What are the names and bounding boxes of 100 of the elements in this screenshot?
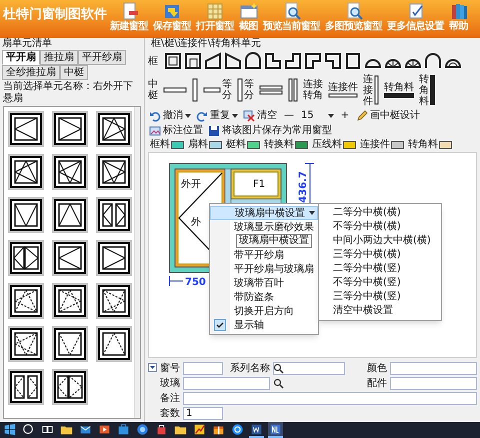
menu-item[interactable]: 不等分中横(横) <box>319 220 441 234</box>
menu-item[interactable]: 带防盗条 <box>210 290 318 304</box>
window-unit-button[interactable] <box>96 154 132 190</box>
mullion-button[interactable] <box>192 78 198 102</box>
input-field[interactable] <box>390 362 477 375</box>
input-field[interactable] <box>273 362 345 375</box>
tab[interactable]: 平开纱扇 <box>78 50 126 65</box>
frame-shape-button[interactable] <box>283 52 302 70</box>
legend-label: 框料 <box>150 139 170 151</box>
tab[interactable]: 全纱推拉扇 <box>2 65 60 80</box>
menu-item[interactable]: 中间小两边大中横(横) <box>319 234 441 248</box>
zoom-in-button[interactable]: + <box>338 108 352 122</box>
frame-shape-button[interactable] <box>243 52 262 70</box>
row-label: 中梃 <box>148 79 158 101</box>
window-unit-button[interactable] <box>96 240 132 276</box>
window-unit-button[interactable] <box>8 111 44 147</box>
frame-shape-button[interactable] <box>263 52 282 70</box>
menu-item[interactable]: 三等分中横(横) <box>319 248 441 262</box>
mullion-button[interactable] <box>163 86 187 94</box>
scrollbar[interactable] <box>134 107 140 418</box>
mullion-button[interactable] <box>288 78 298 102</box>
zoom-out-button[interactable]: — <box>282 108 296 122</box>
redo-icon <box>196 110 208 122</box>
collapse-icon[interactable] <box>148 363 157 372</box>
menu-item[interactable]: 二等分中横(横) <box>319 206 441 220</box>
save-button[interactable]: 将该图片保存为常用窗型 <box>208 123 332 138</box>
tab[interactable]: 推拉扇 <box>40 50 78 65</box>
window-unit-button[interactable] <box>52 283 88 319</box>
search-icon[interactable] <box>273 363 284 374</box>
frame-shape-button[interactable] <box>163 52 182 70</box>
caret-icon <box>328 114 334 118</box>
window-unit-button[interactable] <box>52 197 88 233</box>
menu-item[interactable]: 显示轴 <box>210 318 318 332</box>
search-icon[interactable] <box>273 378 284 389</box>
mullion-button[interactable]: 转角料 <box>419 74 435 106</box>
window-unit-button[interactable] <box>8 240 44 276</box>
zoom-dropdown[interactable]: 15 <box>299 108 336 122</box>
window-unit-button[interactable] <box>52 240 88 276</box>
mullion-button[interactable]: 连接件 <box>328 82 358 98</box>
legend-label: 转换料 <box>264 139 294 151</box>
menu-item[interactable]: 切换开启方向 <box>210 304 318 318</box>
app-icon[interactable] <box>268 422 283 438</box>
bar-icon <box>163 86 187 94</box>
frame-shape-button[interactable] <box>423 52 442 70</box>
menu-item[interactable]: 二等分中横(竖) <box>319 262 441 276</box>
input-field[interactable] <box>390 377 477 390</box>
window-unit-button[interactable] <box>8 283 44 319</box>
window-unit-button[interactable] <box>52 111 88 147</box>
menu-item[interactable]: 玻璃带百叶 <box>210 276 318 290</box>
input-field[interactable] <box>183 392 477 405</box>
undo-button[interactable]: 撤消 <box>149 108 191 123</box>
menu-item[interactable]: 平开纱扇与玻璃扇 <box>210 262 318 276</box>
window-unit-button[interactable] <box>52 369 88 405</box>
mullion-button[interactable]: 连接转角 <box>303 79 323 101</box>
mullion-button[interactable]: 转角料 <box>384 82 414 98</box>
clear-button[interactable]: 清空 <box>243 108 277 123</box>
frame-shape-button[interactable] <box>323 52 342 70</box>
menu-item[interactable]: 玻璃显示磨砂效果 <box>210 220 318 234</box>
check-icon <box>214 319 226 331</box>
document-icon[interactable] <box>249 422 264 438</box>
mullion-button[interactable]: 等分 <box>203 79 232 101</box>
mullion-button[interactable] <box>259 85 283 95</box>
dimension-button[interactable]: 标注位置 <box>149 123 203 138</box>
mullion-button[interactable]: 连接件 <box>363 74 379 106</box>
window-unit-button[interactable] <box>8 197 44 233</box>
eraser-icon <box>243 110 255 122</box>
app-title: 杜特门窗制图软件 <box>2 6 108 24</box>
frame-shape-button[interactable] <box>343 52 362 70</box>
window-unit-button[interactable] <box>96 283 132 319</box>
window-unit-button[interactable] <box>8 154 44 190</box>
menu-item[interactable]: 玻璃扇中横设置 <box>210 206 318 220</box>
design-button[interactable]: 画中梃设计 <box>356 108 420 123</box>
sash-label: 外开 <box>181 179 201 190</box>
window-unit-button[interactable] <box>8 369 44 405</box>
window-unit-button[interactable] <box>52 326 88 362</box>
frame-shape-button[interactable] <box>303 52 322 70</box>
window-unit-button[interactable] <box>96 326 132 362</box>
frame-shape-button[interactable] <box>223 52 242 70</box>
menu-item[interactable]: 清空中横设置 <box>319 304 441 318</box>
redo-button[interactable]: 重复 <box>196 108 238 123</box>
menu-item[interactable]: 不等分中横(竖) <box>319 276 441 290</box>
menu-item[interactable]: 三等分中横(竖) <box>319 290 441 304</box>
input-field[interactable] <box>183 377 270 390</box>
legend-label: 连接件 <box>360 139 390 151</box>
frame-shape-button[interactable] <box>183 52 202 70</box>
input-field[interactable] <box>183 362 223 375</box>
frame-shape-button[interactable] <box>203 52 222 70</box>
panel-title: 扇单元清单 <box>1 38 53 50</box>
menu-item[interactable]: 带平开纱扇 <box>210 248 318 262</box>
window-unit-button[interactable] <box>52 154 88 190</box>
tab[interactable]: 平开扇 <box>2 50 40 65</box>
window-unit-button[interactable] <box>96 111 132 147</box>
window-unit-button[interactable] <box>8 326 44 362</box>
tab[interactable]: 中梃 <box>60 65 88 80</box>
bar-icon <box>237 78 243 102</box>
start-icon[interactable] <box>2 422 17 438</box>
magnifier-icon <box>282 2 300 20</box>
mullion-button[interactable]: 等分 <box>237 78 254 102</box>
window-unit-button[interactable] <box>96 197 132 233</box>
input-field[interactable]: 1 <box>183 407 223 420</box>
